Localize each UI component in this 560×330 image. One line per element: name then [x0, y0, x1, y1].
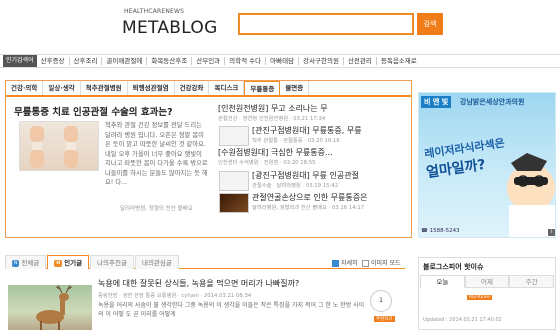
ad-phone: ☎ 1588-5243	[421, 228, 460, 234]
tab-neck-disc[interactable]: 목디스크	[209, 81, 245, 95]
news-meta: 관절건강 · 정연정 인천원전병원 · 03.21 17:34	[218, 116, 326, 122]
post-body: 녹용을 어리의 사숨이 불 생각한다 그중 녹용의 이 생각을 이들은 작은 특…	[98, 302, 365, 318]
tab-label: 전체글	[21, 259, 40, 267]
keyword-link[interactable]: 아빠태담	[266, 57, 300, 65]
keyword-link[interactable]: 산전관리	[344, 57, 377, 65]
tab-popular-posts[interactable]: H 인기글	[47, 255, 90, 269]
news-title[interactable]: [관진구점병원대] 무릎통증, 무릎	[252, 125, 362, 136]
tab-weekly[interactable]: 주간	[509, 275, 555, 288]
featured-body: 척추와 관절 건강 정보를 전달 드리는 달려라 병원 입니다. 오픈은 정말 …	[105, 122, 208, 186]
featured-image[interactable]	[19, 121, 99, 171]
keyword-link[interactable]: 강서구한의원	[299, 57, 344, 65]
refresh-badge[interactable]: REFRESH	[467, 295, 492, 300]
news-item[interactable]: [광진구점병원대] 무릎 인공관절 관절수술 · 달려라병원 · 03.19 1…	[252, 170, 359, 189]
hot-keywords-label: 인기검색어	[3, 55, 37, 67]
news-meta: 관절수술 · 달려라병원 · 03.19 15:42	[252, 183, 339, 189]
ad-info-icon[interactable]: i	[548, 229, 555, 236]
post-meta: 중랑한방 · 생면 한방 통증 요통병원 · cyhani · 2014.03.…	[98, 293, 252, 299]
tab-health[interactable]: 건강·의학	[6, 81, 44, 95]
keyword-link[interactable]: 화목동산후조	[147, 57, 193, 65]
keyword-link[interactable]: 산후조리	[70, 57, 103, 65]
image-mode-option[interactable]: 이미지 모드	[362, 258, 401, 267]
deer-illustration	[36, 284, 73, 330]
updated-timestamp: Updated : 2014.03.21 17:40:02	[423, 317, 502, 323]
news-title[interactable]: 관절연골손상으로 인한 무릎통증은	[252, 192, 368, 203]
news-thumbnail[interactable]	[219, 171, 249, 191]
news-meta: 인천센터 수석병원 · 전원점 · 03.20 18:55	[218, 160, 316, 166]
search-input[interactable]	[238, 13, 414, 35]
site-logo[interactable]: METABLOG	[122, 18, 218, 38]
detail-option[interactable]: 자세히	[332, 258, 358, 267]
news-title[interactable]: [수원점병원대] 극심한 무릎통증...	[218, 147, 333, 158]
news-title[interactable]: [인천원전병원] 무고 소리나는 무	[218, 103, 328, 114]
news-item[interactable]: 관절연골손상으로 인한 무릎통증은 달려라병원, 정형외과 찬산 볼배요 · 0…	[252, 192, 368, 211]
tab-arthritis[interactable]: 퇴행성관절염	[128, 81, 175, 95]
recommend-button[interactable]: 추천하기	[374, 316, 395, 322]
news-thumbnail[interactable]	[219, 193, 249, 213]
keyword-link[interactable]: 산후증상	[37, 57, 70, 65]
news-thumbnail[interactable]	[219, 126, 249, 146]
news-meta: 척추 관절통 · 관절통증 · 03.20 18:16	[252, 138, 340, 144]
featured-meta: 달려라병원, 정형외 찬산 볼배요	[120, 206, 193, 212]
news-item[interactable]: [관진구점병원대] 무릎통증, 무릎 척추 관절통 · 관절통증 · 03.20…	[252, 125, 362, 144]
keyword-link[interactable]: 골이매관절에	[102, 57, 148, 65]
tab-knee-pain[interactable]: 무릎통증	[244, 81, 281, 95]
hot-issue-tabs: 오늘 어제 주간	[420, 275, 555, 288]
image-mode-label: 이미지 모드	[371, 260, 401, 267]
news-title[interactable]: [광진구점병원대] 무릎 인공관절	[252, 170, 359, 181]
tab-insomnia[interactable]: 불면증	[280, 81, 310, 95]
tab-health-lecture[interactable]: 건강강좌	[175, 81, 210, 95]
hot-issue-title: 블로그스피어 핫이슈	[423, 263, 484, 271]
featured-title[interactable]: 무릎통증 치료 인공관절 수술의 효과는?	[14, 104, 173, 118]
logo-small-text: HEALTHCARENEWS	[124, 8, 185, 15]
tab-daily[interactable]: 일상·생각	[43, 81, 81, 95]
post-thumbnail[interactable]	[8, 284, 92, 330]
news-item[interactable]: [수원점병원대] 극심한 무릎통증... 인천센터 수석병원 · 전원점 · 0…	[218, 147, 333, 166]
tab-yesterday[interactable]: 어제	[464, 275, 510, 288]
tab-my-interests[interactable]: 내의관심글	[134, 255, 179, 269]
tab-label: 인기글	[64, 259, 83, 267]
tab-my-recommended[interactable]: 나의추천글	[90, 255, 134, 269]
popular-keywords-bar: 인기검색어 산후증상 산후조리 골이매관절에 화목동산후조 산부인과 의학적 수…	[0, 54, 560, 68]
keyword-link[interactable]: 산부인과	[192, 57, 226, 65]
post-title[interactable]: 녹용에 대한 잘못된 상식들, 녹용을 먹으면 머리가 나빠질까?	[98, 278, 299, 289]
news-item[interactable]: [인천원전병원] 무고 소리나는 무 관절건강 · 정연정 인천원전병원 · 0…	[218, 103, 328, 122]
hot-badge-icon: H	[54, 259, 63, 267]
detail-checkbox[interactable]	[332, 260, 339, 267]
image-mode-checkbox[interactable]	[362, 260, 369, 267]
keyword-link[interactable]: 등독음소재로	[377, 57, 421, 65]
ad-brand-badge: 비 엔 빛	[421, 96, 452, 108]
recommend-count[interactable]: 1	[370, 290, 392, 312]
category-tabs: 건강·의학 일상·생각 척추관절병원 퇴행성관절염 건강강좌 목디스크 무릎통증…	[6, 81, 411, 97]
knee-illustration	[30, 126, 78, 168]
search-button[interactable]: 검색	[417, 13, 443, 35]
tab-today[interactable]: 오늘	[420, 275, 465, 288]
keyword-link[interactable]: 의학적 수다	[225, 57, 267, 65]
tab-spine-hospital[interactable]: 척추관절병원	[81, 81, 128, 95]
tab-all-posts[interactable]: N 전체글	[5, 255, 47, 269]
new-badge-icon: N	[12, 259, 20, 267]
detail-label: 자세히	[341, 260, 358, 267]
ad-clinic-name: 강남밝은세상안과의원	[460, 98, 525, 106]
news-meta: 달려라병원, 정형외과 찬산 볼배요 · 03.16 14:17	[252, 205, 365, 211]
